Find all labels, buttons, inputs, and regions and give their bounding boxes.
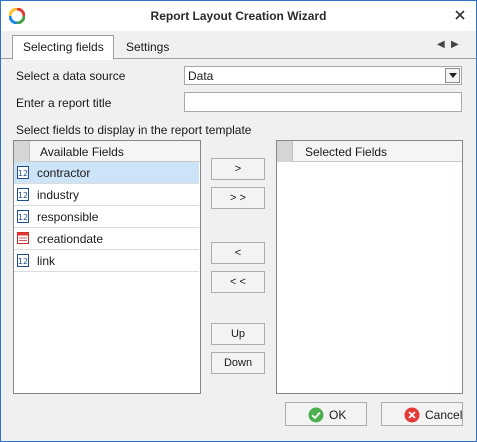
data-source-select[interactable]: Data	[184, 66, 462, 85]
available-fields-list[interactable]: Available Fields 12 contractor 12 industry 1…	[13, 140, 201, 394]
title-bar: Report Layout Creation Wizard	[1, 1, 476, 31]
close-icon[interactable]	[452, 7, 468, 23]
header-gutter	[14, 141, 30, 162]
numeric-field-icon: 12	[17, 254, 29, 267]
list-item[interactable]: 12 contractor	[14, 162, 199, 184]
date-field-icon	[17, 232, 29, 245]
fields-hint: Select fields to display in the report t…	[16, 123, 252, 137]
cancel-circle-icon	[404, 407, 420, 423]
tab-selecting-fields[interactable]: Selecting fields	[12, 35, 114, 60]
tab-strip: Selecting fields Settings ◀ ▶	[1, 31, 476, 60]
list-item-label: creationdate	[37, 232, 104, 246]
cancel-button[interactable]: Cancel	[381, 402, 463, 426]
list-item-label: responsible	[37, 210, 99, 224]
cancel-label: Cancel	[425, 408, 463, 422]
report-title-label: Enter a report title	[16, 96, 112, 110]
list-item[interactable]: 12 link	[14, 250, 199, 272]
numeric-field-icon: 12	[17, 210, 29, 223]
list-item[interactable]: 12 responsible	[14, 206, 199, 228]
svg-text:12: 12	[18, 257, 28, 266]
data-source-label: Select a data source	[16, 69, 126, 83]
report-title-input[interactable]	[184, 92, 462, 112]
list-item-label: industry	[37, 188, 80, 202]
remove-all-button[interactable]: < <	[211, 271, 265, 293]
add-all-button[interactable]: > >	[211, 187, 265, 209]
selected-fields-header: Selected Fields	[277, 141, 462, 162]
list-item[interactable]: 12 industry	[14, 184, 199, 206]
available-fields-header: Available Fields	[14, 141, 200, 162]
numeric-field-icon: 12	[17, 166, 29, 179]
list-item-label: link	[37, 254, 56, 268]
tab-content: Select a data source Data Enter a report…	[11, 59, 466, 394]
tab-scroll-right-icon[interactable]: ▶	[451, 39, 459, 50]
available-fields-title: Available Fields	[40, 145, 124, 159]
add-one-button[interactable]: >	[211, 158, 265, 180]
move-down-button[interactable]: Down	[211, 352, 265, 374]
svg-text:12: 12	[18, 169, 28, 178]
selected-fields-title: Selected Fields	[305, 145, 388, 159]
svg-text:12: 12	[18, 213, 28, 222]
header-gutter	[277, 141, 293, 162]
check-circle-icon	[308, 407, 324, 423]
list-item-label: contractor	[37, 166, 91, 180]
tab-settings[interactable]: Settings	[119, 37, 179, 59]
numeric-field-icon: 12	[17, 188, 29, 201]
svg-text:12: 12	[18, 191, 28, 200]
data-source-value: Data	[188, 69, 214, 83]
window-title: Report Layout Creation Wizard	[150, 9, 327, 23]
selected-fields-list[interactable]: Selected Fields	[276, 140, 463, 394]
chevron-down-icon[interactable]	[445, 68, 460, 83]
remove-one-button[interactable]: <	[211, 242, 265, 264]
move-up-button[interactable]: Up	[211, 323, 265, 345]
list-item[interactable]: creationdate	[14, 228, 199, 250]
tab-scroll-left-icon[interactable]: ◀	[437, 39, 445, 50]
ok-label: OK	[329, 408, 347, 422]
ok-button[interactable]: OK	[285, 402, 367, 426]
wizard-window: Report Layout Creation Wizard Selecting …	[0, 0, 477, 442]
